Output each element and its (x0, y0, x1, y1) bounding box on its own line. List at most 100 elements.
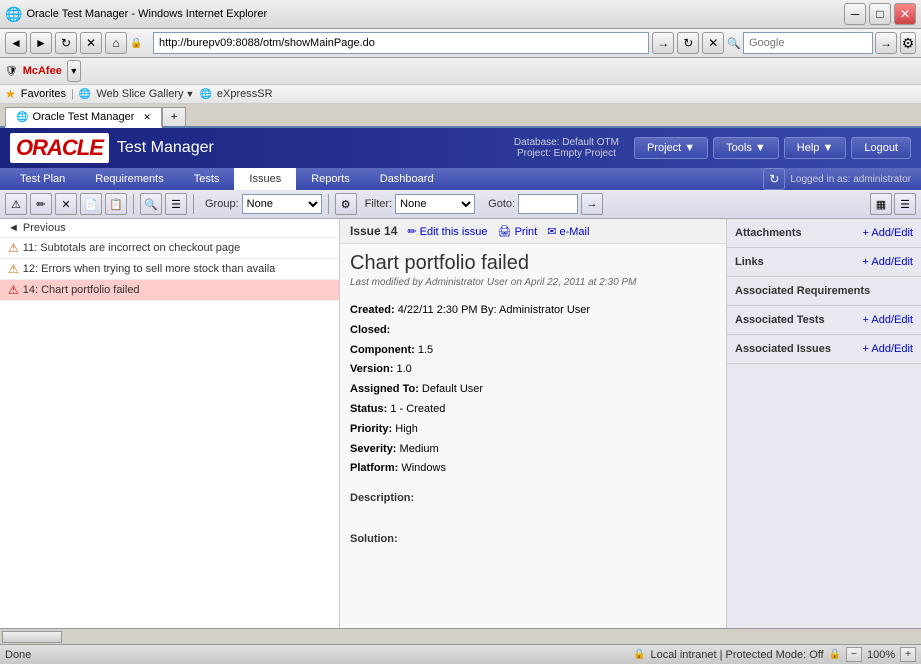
expresssr-label: eXpressSR (217, 88, 273, 100)
mcafee-dropdown[interactable]: ▼ (67, 60, 81, 82)
tab-requirements[interactable]: Requirements (80, 168, 178, 190)
go-button[interactable]: → (652, 32, 674, 54)
tab-test-plan[interactable]: Test Plan (5, 168, 80, 190)
assigned-label: Assigned To: (350, 383, 419, 395)
scrollbar-thumb[interactable] (2, 631, 62, 643)
tools-button[interactable]: Tools ▼ (713, 137, 779, 159)
stop-button[interactable]: ✕ (80, 32, 102, 54)
view-list-btn[interactable]: ☰ (894, 193, 916, 215)
address-bar[interactable] (153, 32, 649, 54)
print-link[interactable]: 🖨 Print (498, 225, 538, 238)
zoom-in-btn[interactable]: + (900, 647, 916, 662)
tab1-close[interactable]: ✕ (143, 112, 151, 123)
tab-issues[interactable]: Issues (234, 168, 296, 190)
edit-issue-link[interactable]: ✏ Edit this issue (407, 225, 487, 238)
issue-12-label: 12: Errors when trying to sell more stoc… (23, 263, 276, 275)
horizontal-scrollbar[interactable] (0, 628, 921, 644)
field-priority: Priority: High (350, 420, 716, 440)
refresh-btn2[interactable]: ↻ (677, 32, 699, 54)
edit-issue-label: Edit this issue (420, 226, 488, 238)
filter-icon[interactable]: ⚙ (335, 193, 357, 215)
separator-3 (328, 194, 329, 214)
tab-dashboard[interactable]: Dashboard (365, 168, 449, 190)
browser-tab-1[interactable]: 🌐 Oracle Test Manager ✕ (5, 107, 162, 128)
issues-section: + Add/Edit Associated Issues (727, 335, 921, 364)
back-button[interactable]: ◄ (5, 32, 27, 54)
copy-btn[interactable]: 📄 (80, 193, 102, 215)
issue-item-12[interactable]: ⚠ 12: Errors when trying to sell more st… (0, 259, 339, 280)
field-component: Component: 1.5 (350, 341, 716, 361)
issue-11-label: 11: Subtotals are incorrect on checkout … (23, 242, 241, 254)
solution-content (340, 548, 726, 554)
issue-item-11[interactable]: ⚠ 11: Subtotals are incorrect on checkou… (0, 238, 339, 259)
mcafee-toolbar: 🛡 McAfee ▼ (0, 58, 921, 85)
help-button[interactable]: Help ▼ (784, 137, 847, 159)
solution-label: Solution: (340, 525, 726, 548)
paste-btn[interactable]: 📋 (105, 193, 127, 215)
main-nav: Test Plan Requirements Tests Issues Repo… (0, 168, 921, 190)
search-btn[interactable]: 🔍 (140, 193, 162, 215)
filter-label: Filter: (365, 198, 393, 210)
email-label: e-Mail (559, 226, 589, 238)
tests-add-link[interactable]: + Add/Edit (863, 314, 913, 326)
lock-icon: 🔒 (130, 38, 142, 49)
expresssr-link[interactable]: eXpressSR (217, 88, 273, 100)
status-value: 1 - Created (390, 403, 445, 415)
group-select[interactable]: None (242, 194, 322, 214)
browser-tab-new[interactable]: + (162, 107, 186, 126)
status-text: Done (5, 649, 31, 661)
issue-title: Chart portfolio failed (340, 244, 726, 277)
print-label: Print (515, 226, 538, 238)
component-label: Component: (350, 344, 415, 356)
new-btn[interactable]: ⚠ (5, 193, 27, 215)
tab-reports[interactable]: Reports (296, 168, 365, 190)
refresh-button[interactable]: ↻ (55, 32, 77, 54)
forward-button[interactable]: ► (30, 32, 52, 54)
issues-add-link[interactable]: + Add/Edit (863, 343, 913, 355)
lock2-icon: 🔒 (829, 649, 841, 660)
logged-in-info: Logged in as: administrator (790, 174, 916, 185)
issue-item-14[interactable]: ⚠ 14: Chart portfolio failed (0, 280, 339, 301)
previous-link[interactable]: ◄ Previous (0, 219, 339, 238)
goto-input[interactable] (518, 194, 578, 214)
tab-tests[interactable]: Tests (179, 168, 235, 190)
issue-modified: Last modified by Administrator User on A… (340, 277, 726, 296)
edit-btn[interactable]: ✏ (30, 193, 52, 215)
restore-button[interactable]: □ (869, 3, 891, 25)
issue-11-warn-icon: ⚠ (8, 241, 19, 255)
goto-go-btn[interactable]: → (581, 193, 603, 215)
close-button[interactable]: ✕ (894, 3, 916, 25)
web-slice-link[interactable]: Web Slice Gallery▼ (96, 88, 194, 100)
tab1-label: Oracle Test Manager (32, 111, 134, 123)
search-input[interactable] (743, 32, 873, 54)
description-label: Description: (340, 484, 726, 507)
favorites-star-icon: ★ (5, 87, 16, 101)
filter-select[interactable]: None (395, 194, 475, 214)
oracle-logo: ORACLE (10, 133, 109, 163)
minimize-button[interactable]: ─ (844, 3, 866, 25)
favorites-separator: | (71, 88, 74, 100)
delete-btn[interactable]: ✕ (55, 193, 77, 215)
zoom-out-btn[interactable]: − (846, 647, 862, 662)
links-add-link[interactable]: + Add/Edit (863, 256, 913, 268)
view-btn[interactable]: ☰ (165, 193, 187, 215)
tab1-icon: 🌐 (16, 112, 28, 123)
tools-icon-btn[interactable]: ⚙ (900, 32, 916, 54)
severity-label: Severity: (350, 443, 396, 455)
refresh-nav-btn[interactable]: ↻ (763, 168, 785, 190)
view-grid-btn[interactable]: ▦ (870, 193, 892, 215)
email-icon: ✉ (547, 226, 556, 238)
attachments-add-link[interactable]: + Add/Edit (863, 227, 913, 239)
issue-number: Issue 14 (350, 224, 397, 238)
browser-title: Oracle Test Manager - Windows Internet E… (26, 8, 267, 20)
db-info: Database: Default OTM Project: Empty Pro… (514, 137, 619, 159)
logout-button[interactable]: Logout (851, 137, 911, 159)
home-button[interactable]: ⌂ (105, 32, 127, 54)
search-go-button[interactable]: → (875, 32, 897, 54)
component-value: 1.5 (418, 344, 433, 356)
favorites-label[interactable]: Favorites (21, 88, 66, 100)
email-link[interactable]: ✉ e-Mail (547, 225, 589, 238)
project-button[interactable]: Project ▼ (634, 137, 708, 159)
issue-14-error-icon: ⚠ (8, 283, 19, 297)
stop-btn2[interactable]: ✕ (702, 32, 724, 54)
